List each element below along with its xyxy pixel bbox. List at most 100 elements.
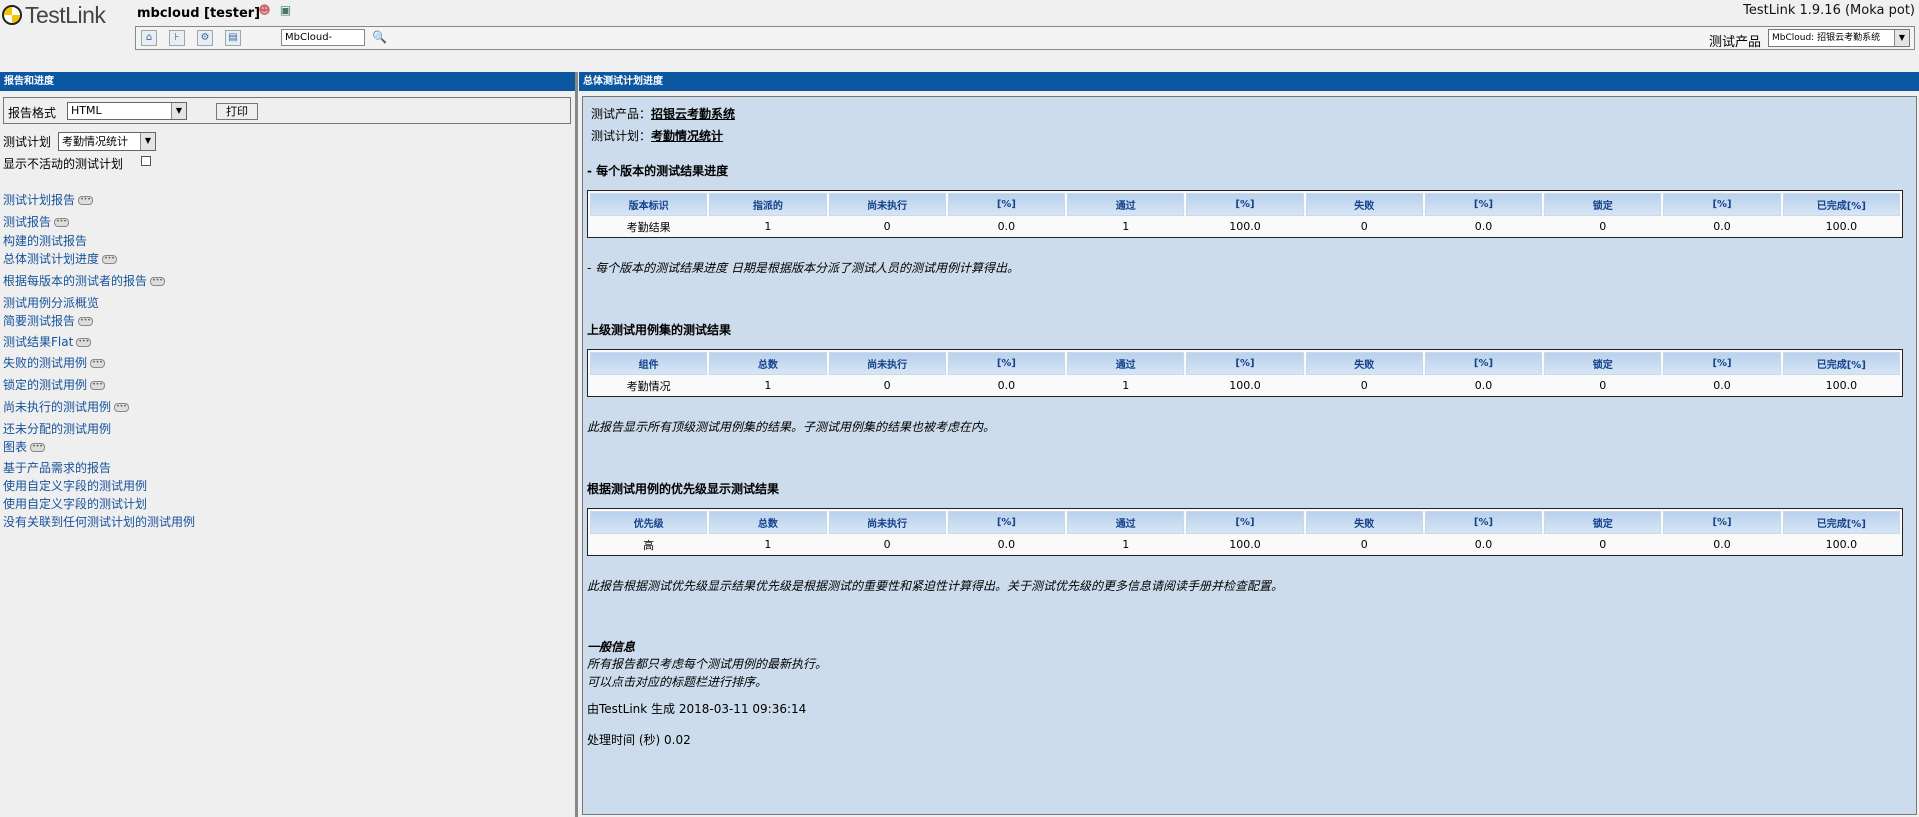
- more-options-icon[interactable]: •••: [102, 255, 118, 264]
- report-link[interactable]: 锁定的测试用例 •••: [3, 376, 106, 393]
- testlink-logo-icon: [2, 5, 22, 25]
- column-header[interactable]: 失败: [1305, 511, 1423, 534]
- report-link[interactable]: 总体测试计划进度 •••: [3, 250, 118, 267]
- column-header[interactable]: [%]: [947, 511, 1066, 534]
- more-options-icon[interactable]: •••: [150, 277, 166, 286]
- more-options-icon[interactable]: •••: [76, 338, 92, 347]
- product-select[interactable]: MbCloud: 招银云考勤系统 ▼: [1768, 29, 1910, 47]
- report-link[interactable]: 简要测试报告 •••: [3, 312, 94, 329]
- product-select-value: MbCloud: 招银云考勤系统: [1772, 33, 1881, 43]
- format-label: 报告格式: [8, 106, 57, 120]
- column-header[interactable]: [%]: [1424, 352, 1543, 375]
- more-options-icon[interactable]: •••: [78, 196, 94, 205]
- testlink-logo[interactable]: TestLink: [2, 2, 106, 28]
- execution-icon[interactable]: ⚙: [197, 30, 213, 46]
- more-options-icon[interactable]: •••: [30, 443, 46, 452]
- report-title: 总体测试计划进度: [579, 72, 1919, 91]
- report-link[interactable]: 还未分配的测试用例: [3, 420, 111, 437]
- more-options-icon[interactable]: •••: [54, 218, 70, 227]
- more-options-icon[interactable]: •••: [114, 403, 130, 412]
- more-options-icon[interactable]: •••: [90, 359, 106, 368]
- report-link[interactable]: 使用自定义字段的测试用例: [3, 477, 147, 494]
- column-header[interactable]: [%]: [947, 193, 1066, 216]
- column-header[interactable]: 尚未执行: [828, 352, 946, 375]
- format-select-value: HTML: [71, 104, 102, 117]
- table-row: 考勤结果 1 0 0.0 1 100.0 0 0.0 0 0.0 100.0: [626, 220, 1858, 234]
- column-header[interactable]: 总数: [709, 352, 827, 375]
- column-header[interactable]: 组件: [590, 352, 708, 375]
- home-icon[interactable]: ⌂: [141, 30, 157, 46]
- product-info: 测试产品：招银云考勤系统: [591, 107, 736, 121]
- column-header[interactable]: 通过: [1067, 511, 1185, 534]
- report-link[interactable]: 构建的测试报告: [3, 232, 87, 249]
- logout-icon[interactable]: ▣: [278, 3, 293, 18]
- test-plan-select[interactable]: 考勤情况统计 ▼: [58, 132, 156, 151]
- column-header[interactable]: 已完成[%]: [1782, 511, 1900, 534]
- column-header[interactable]: [%]: [1663, 193, 1781, 216]
- build-progress-table: 版本标识 指派的 尚未执行 [%] 通过 [%] 失败 [%] 锁定 [%] 已…: [587, 190, 1903, 238]
- column-header[interactable]: 已完成[%]: [1782, 193, 1900, 216]
- column-header[interactable]: 锁定: [1544, 352, 1662, 375]
- show-inactive-checkbox[interactable]: [141, 156, 151, 166]
- column-header[interactable]: 总数: [709, 511, 827, 534]
- report-format-select[interactable]: HTML ▼: [67, 102, 187, 120]
- product-name: 招银云考勤系统: [651, 107, 736, 121]
- chevron-down-icon: ▼: [171, 103, 186, 119]
- top-header: TestLink mbcloud [tester] ☻ ▣ TestLink 1…: [0, 0, 1919, 58]
- column-header[interactable]: [%]: [1663, 511, 1781, 534]
- report-link[interactable]: 使用自定义字段的测试计划: [3, 495, 147, 512]
- column-header[interactable]: 版本标识: [590, 193, 708, 216]
- report-link[interactable]: 测试计划报告 •••: [3, 191, 94, 208]
- current-user: mbcloud [tester]: [137, 6, 261, 21]
- more-options-icon[interactable]: •••: [78, 317, 94, 326]
- table-row: 考勤情况 1 0 0.0 1 100.0 0 0.0 0 0.0 100.0: [626, 379, 1858, 393]
- column-header[interactable]: [%]: [1424, 193, 1543, 216]
- column-header[interactable]: 指派的: [709, 193, 827, 216]
- column-header[interactable]: [%]: [1186, 511, 1304, 534]
- report-panel: 总体测试计划进度 测试产品：招银云考勤系统 测试计划：考勤情况统计 - 每个版本…: [579, 72, 1919, 817]
- column-header[interactable]: [%]: [1424, 511, 1543, 534]
- column-header[interactable]: 通过: [1067, 352, 1185, 375]
- column-header[interactable]: 已完成[%]: [1782, 352, 1900, 375]
- report-link[interactable]: 根据每版本的测试者的报告 •••: [3, 272, 166, 289]
- more-options-icon[interactable]: •••: [90, 381, 106, 390]
- report-link[interactable]: 测试报告 •••: [3, 213, 70, 230]
- table-row: 高 1 0 0.0 1 100.0 0 0.0 0 0.0 100.0: [643, 538, 1858, 552]
- column-header[interactable]: 尚未执行: [828, 511, 946, 534]
- search-icon[interactable]: 🔍: [372, 30, 387, 44]
- column-header[interactable]: 失败: [1305, 193, 1423, 216]
- tree-structure-icon[interactable]: ⊦: [169, 30, 185, 46]
- column-header[interactable]: [%]: [947, 352, 1066, 375]
- report-icon[interactable]: ▤: [225, 30, 241, 46]
- testcase-search-input[interactable]: MbCloud-: [281, 29, 365, 46]
- main-toolbar: ⌂ ⊦ ⚙ ▤ MbCloud- 🔍 测试产品 MbCloud: 招银云考勤系统…: [135, 26, 1915, 50]
- report-link[interactable]: 尚未执行的测试用例 •••: [3, 398, 130, 415]
- column-header[interactable]: [%]: [1663, 352, 1781, 375]
- table-header-row: 版本标识 指派的 尚未执行 [%] 通过 [%] 失败 [%] 锁定 [%] 已…: [590, 193, 1900, 216]
- column-header[interactable]: 通过: [1067, 193, 1185, 216]
- table-header-row: 组件 总数 尚未执行 [%] 通过 [%] 失败 [%] 锁定 [%] 已完成[…: [590, 352, 1900, 375]
- suite-results-table: 组件 总数 尚未执行 [%] 通过 [%] 失败 [%] 锁定 [%] 已完成[…: [587, 349, 1903, 397]
- report-link[interactable]: 测试结果Flat •••: [3, 333, 92, 350]
- print-button[interactable]: 打印: [216, 103, 258, 120]
- general-info-line: 所有报告都只考虑每个测试用例的最新执行。: [587, 657, 828, 671]
- report-link[interactable]: 失败的测试用例 •••: [3, 354, 106, 371]
- column-header[interactable]: 尚未执行: [828, 193, 946, 216]
- report-content: 测试产品：招银云考勤系统 测试计划：考勤情况统计 - 每个版本的测试结果进度 版…: [582, 96, 1917, 815]
- report-link[interactable]: 图表 •••: [3, 438, 46, 455]
- column-header[interactable]: 失败: [1305, 352, 1423, 375]
- report-link[interactable]: 没有关联到任何测试计划的测试用例: [3, 513, 195, 530]
- column-header[interactable]: [%]: [1186, 352, 1304, 375]
- user-profile-icon[interactable]: ☻: [257, 3, 272, 18]
- report-link[interactable]: 测试用例分派概览: [3, 294, 99, 311]
- priority-results-note: 此报告根据测试优先级显示结果优先级是根据测试的重要性和紧迫性计算得出。关于测试优…: [587, 579, 1284, 593]
- column-header[interactable]: [%]: [1186, 193, 1304, 216]
- build-progress-note: - 每个版本的测试结果进度 日期是根据版本分派了测试人员的测试用例计算得出。: [587, 261, 1019, 275]
- column-header[interactable]: 锁定: [1544, 193, 1662, 216]
- column-header[interactable]: 锁定: [1544, 511, 1662, 534]
- app-version: TestLink 1.9.16 (Moka pot): [1743, 3, 1915, 18]
- panel-splitter[interactable]: [575, 72, 578, 817]
- report-link[interactable]: 基于产品需求的报告: [3, 459, 111, 476]
- column-header[interactable]: 优先级: [590, 511, 708, 534]
- report-format-box: 报告格式 HTML ▼ 打印: [3, 97, 571, 124]
